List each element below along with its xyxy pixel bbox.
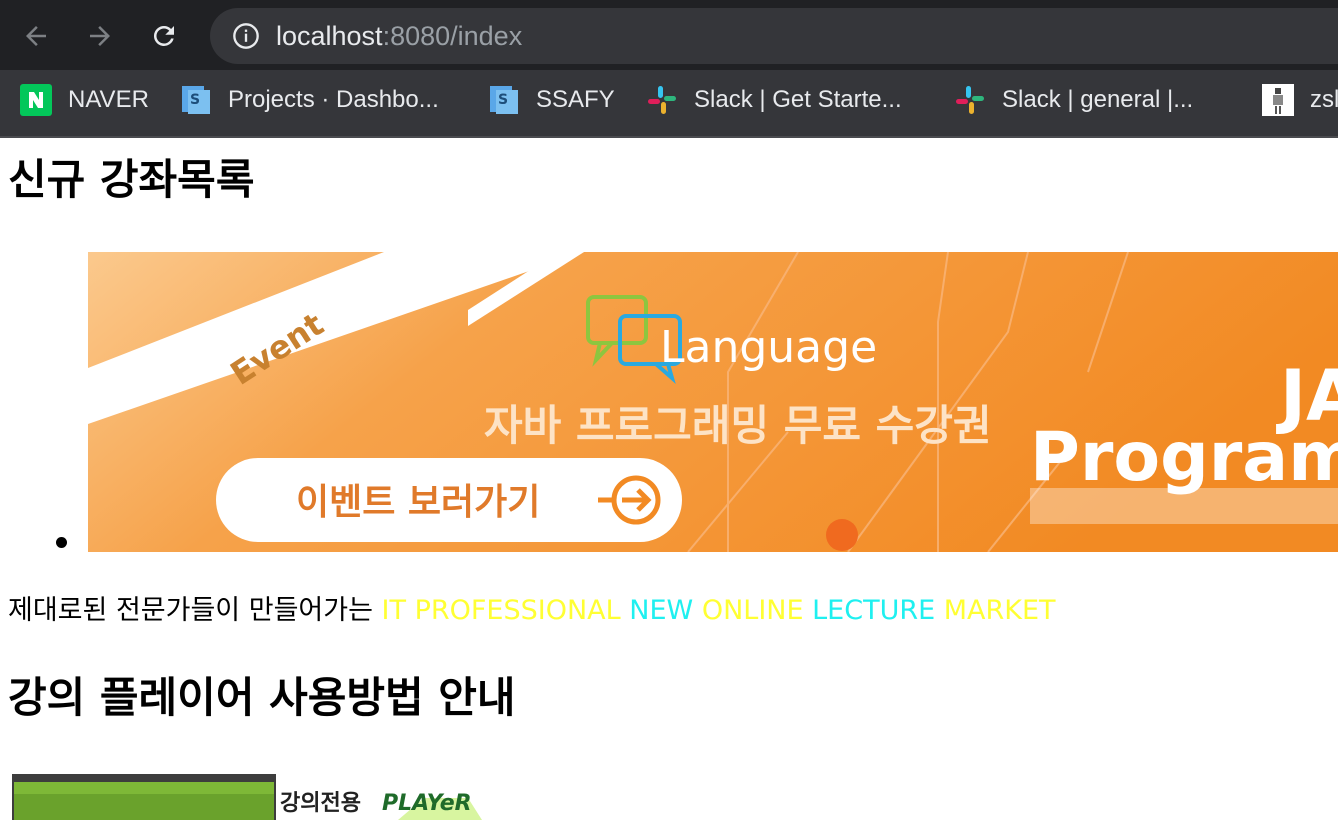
browser-toolbar: localhost:8080/index — [0, 0, 1338, 70]
tagline-word-lecture: LECTURE — [812, 595, 936, 626]
gitlab-s-icon: S — [488, 84, 520, 116]
bookmark-ssafy[interactable]: S SSAFY — [488, 78, 615, 122]
bookmark-label: Slack | general |... — [1002, 86, 1194, 113]
tagline: 제대로된 전문가들이 만들어가는 IT PROFESSIONAL NEW ONL… — [8, 592, 1056, 630]
bookmark-label: SSAFY — [536, 86, 615, 113]
url-host: localhost — [276, 21, 383, 51]
back-button[interactable] — [14, 14, 58, 58]
url-path: :8080/index — [382, 21, 523, 51]
arrow-right-icon — [90, 26, 110, 46]
browser-chrome: localhost:8080/index NAVER S Projects · … — [0, 0, 1338, 138]
banner-logo-text: Language — [660, 322, 877, 373]
player-title-korean: 강의전용 — [280, 791, 361, 816]
player-title-english: PLAYeR — [382, 791, 472, 816]
bookmark-slack-get-started[interactable]: Slack | Get Starte... — [646, 78, 902, 122]
banner-side-text: Program — [1030, 418, 1338, 497]
player-guide-heading: 강의 플레이어 사용방법 안내 — [8, 673, 516, 722]
bookmark-naver[interactable]: NAVER — [20, 78, 149, 122]
bookmarks-bar: NAVER S Projects · Dashbo... S SSAFY Sla… — [0, 78, 1338, 122]
bookmark-projects-dashboard[interactable]: S Projects · Dashbo... — [180, 78, 439, 122]
arrow-left-icon — [26, 26, 46, 46]
url-text[interactable]: localhost:8080/index — [276, 17, 522, 55]
reload-icon — [153, 25, 174, 46]
gitlab-s-icon: S — [180, 84, 212, 116]
tagline-word-online: ONLINE — [701, 595, 804, 626]
list-bullet — [56, 537, 67, 548]
reload-button[interactable] — [142, 14, 186, 58]
bookmark-label: Slack | Get Starte... — [694, 86, 902, 113]
banner-subtitle: 자바 프로그래밍 무료 수강권 — [484, 401, 992, 450]
tagline-word-new: NEW — [629, 595, 694, 626]
svg-text:S: S — [190, 92, 200, 108]
page-icon — [1262, 84, 1294, 116]
bookmark-label: zsl — [1310, 86, 1338, 113]
toolbar-divider — [0, 136, 1338, 138]
player-title-image: 강의전용 PLAYeR — [280, 791, 482, 820]
banner-button-text: 이벤트 보러가기 — [296, 482, 540, 523]
tagline-prefix: 제대로된 전문가들이 만들어가는 — [8, 595, 382, 626]
bookmark-label: Projects · Dashbo... — [228, 86, 439, 113]
bookmark-label: NAVER — [68, 86, 149, 113]
slack-icon — [646, 84, 678, 116]
event-banner[interactable]: Event Language 자바 프로그래밍 무료 수강권 이벤트 보러가기 … — [88, 252, 1338, 552]
forward-button[interactable] — [78, 14, 122, 58]
tagline-word-it: IT — [381, 595, 406, 626]
tagline-word-market: MARKET — [943, 595, 1056, 626]
tagline-word-professional: PROFESSIONAL — [414, 595, 621, 626]
svg-text:S: S — [498, 92, 508, 108]
bookmark-zsl[interactable]: zsl — [1262, 78, 1338, 122]
slack-icon — [954, 84, 986, 116]
bookmark-slack-general[interactable]: Slack | general |... — [954, 78, 1193, 122]
new-courses-heading: 신규 강좌목록 — [8, 155, 255, 204]
player-guide-image — [12, 774, 276, 820]
info-icon[interactable] — [232, 22, 260, 50]
naver-icon — [20, 84, 52, 116]
event-banner-image: Event Language 자바 프로그래밍 무료 수강권 이벤트 보러가기 … — [88, 252, 1338, 552]
